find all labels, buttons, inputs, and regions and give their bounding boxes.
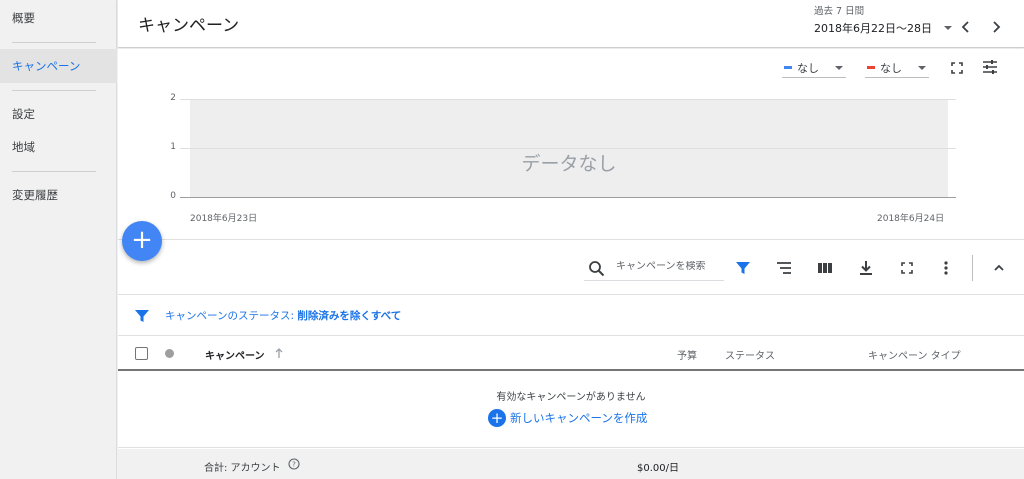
metric-selector-2[interactable]: なし — [865, 58, 929, 78]
more-vert-icon[interactable] — [936, 258, 956, 278]
segment-icon[interactable] — [774, 258, 794, 278]
campaign-search[interactable] — [584, 257, 724, 281]
sidebar-item-settings[interactable]: 設定 — [0, 97, 117, 131]
sidebar-divider — [12, 90, 96, 91]
sidebar: 概要 キャンペーン 設定 地域 変更履歴 — [0, 0, 117, 479]
chevron-down-icon — [835, 66, 843, 70]
arrow-up-icon[interactable] — [274, 347, 284, 359]
create-campaign-label: 新しいキャンペーンを作成 — [510, 411, 648, 425]
sidebar-item-campaigns[interactable]: キャンペーン — [0, 49, 117, 83]
sidebar-item-label: 設定 — [12, 107, 35, 121]
column-header-campaign-type[interactable]: キャンペーン タイプ — [868, 347, 961, 362]
plus-icon: + — [131, 225, 153, 255]
create-campaign-link[interactable]: + 新しいキャンペーンを作成 — [488, 408, 647, 428]
search-icon — [589, 261, 605, 277]
totals-budget: $0.00/日 — [637, 463, 679, 474]
filter-bar: キャンペーンのステータス: 削除済みを除くすべて — [118, 296, 1024, 336]
empty-state: 有効なキャンペーンがありません + 新しいキャンペーンを作成 — [118, 372, 1024, 448]
status-filter-chip[interactable]: キャンペーンのステータス: 削除済みを除くすべて — [165, 308, 401, 323]
sidebar-item-label: 概要 — [12, 11, 35, 25]
chevron-down-icon — [918, 66, 926, 70]
x-tick-label: 2018年6月23日 — [190, 214, 258, 224]
sidebar-item-label: 変更履歴 — [12, 188, 58, 202]
chart-x-axis — [180, 197, 956, 198]
page-title: キャンペーン — [138, 16, 240, 36]
toolbar-divider — [972, 255, 973, 281]
filter-icon[interactable] — [733, 258, 753, 278]
metric-label: なし — [880, 62, 902, 75]
expand-icon[interactable] — [897, 258, 917, 278]
sidebar-divider — [12, 171, 96, 172]
metric-color-swatch — [867, 66, 875, 69]
sidebar-item-label: キャンペーン — [12, 59, 81, 73]
x-tick-label: 2018年6月24日 — [877, 214, 945, 224]
column-header-campaign[interactable]: キャンペーン — [205, 347, 265, 362]
sidebar-divider — [12, 42, 96, 43]
download-icon[interactable] — [856, 258, 876, 278]
chevron-up-icon[interactable] — [989, 258, 1009, 278]
totals-label: 合計: アカウント — [204, 463, 281, 474]
add-campaign-button[interactable]: + — [122, 221, 162, 261]
column-header-budget[interactable]: 予算 — [677, 347, 697, 362]
empty-message: 有効なキャンペーンがありません — [496, 392, 646, 403]
sidebar-item-locations[interactable]: 地域 — [0, 130, 117, 164]
performance-chart: なし なし 2 1 0 2018年6月23日 2018年6月24日 データなし — [118, 49, 1024, 240]
metric-color-swatch — [784, 66, 792, 69]
svg-text:?: ? — [292, 461, 296, 469]
y-tick-label: 1 — [170, 142, 176, 152]
expand-icon[interactable] — [947, 58, 967, 78]
filter-icon — [135, 310, 149, 322]
add-circle-icon: + — [488, 409, 506, 427]
metric-label: なし — [797, 62, 819, 75]
page-header: キャンペーン 過去 7 日間 2018年6月22日〜28日 — [118, 0, 1024, 48]
filter-label: キャンペーンのステータス: — [165, 310, 295, 322]
sidebar-item-change-history[interactable]: 変更履歴 — [0, 178, 117, 212]
select-all-checkbox[interactable] — [135, 347, 148, 360]
columns-icon[interactable] — [815, 258, 835, 278]
chevron-down-icon[interactable] — [941, 22, 955, 34]
date-range-caption: 過去 7 日間 — [814, 6, 865, 17]
date-range-picker[interactable]: 2018年6月22日〜28日 — [814, 20, 932, 36]
sidebar-item-overview[interactable]: 概要 — [0, 1, 117, 35]
chevron-right-icon[interactable] — [987, 18, 1005, 36]
column-header-status[interactable]: ステータス — [725, 347, 775, 362]
y-tick-label: 0 — [170, 191, 176, 201]
help-icon[interactable]: ? — [288, 458, 300, 470]
chart-settings-icon[interactable] — [980, 57, 1000, 77]
table-header: キャンペーン 予算 ステータス キャンペーン タイプ — [118, 337, 1024, 371]
chevron-left-icon[interactable] — [957, 18, 975, 36]
search-input[interactable] — [616, 261, 722, 272]
no-data-message: データなし — [521, 153, 617, 175]
filter-value: 削除済みを除くすべて — [297, 310, 402, 322]
status-column-icon — [165, 349, 174, 358]
main-panel: キャンペーン 過去 7 日間 2018年6月22日〜28日 なし なし 2 1 … — [118, 0, 1024, 479]
totals-row: 合計: アカウント ? $0.00/日 — [118, 449, 1024, 479]
sidebar-item-label: 地域 — [12, 140, 35, 154]
chart-gridline — [180, 99, 956, 100]
table-toolbar — [118, 241, 1024, 295]
metric-selector-1[interactable]: なし — [782, 58, 846, 78]
y-tick-label: 2 — [170, 93, 176, 103]
